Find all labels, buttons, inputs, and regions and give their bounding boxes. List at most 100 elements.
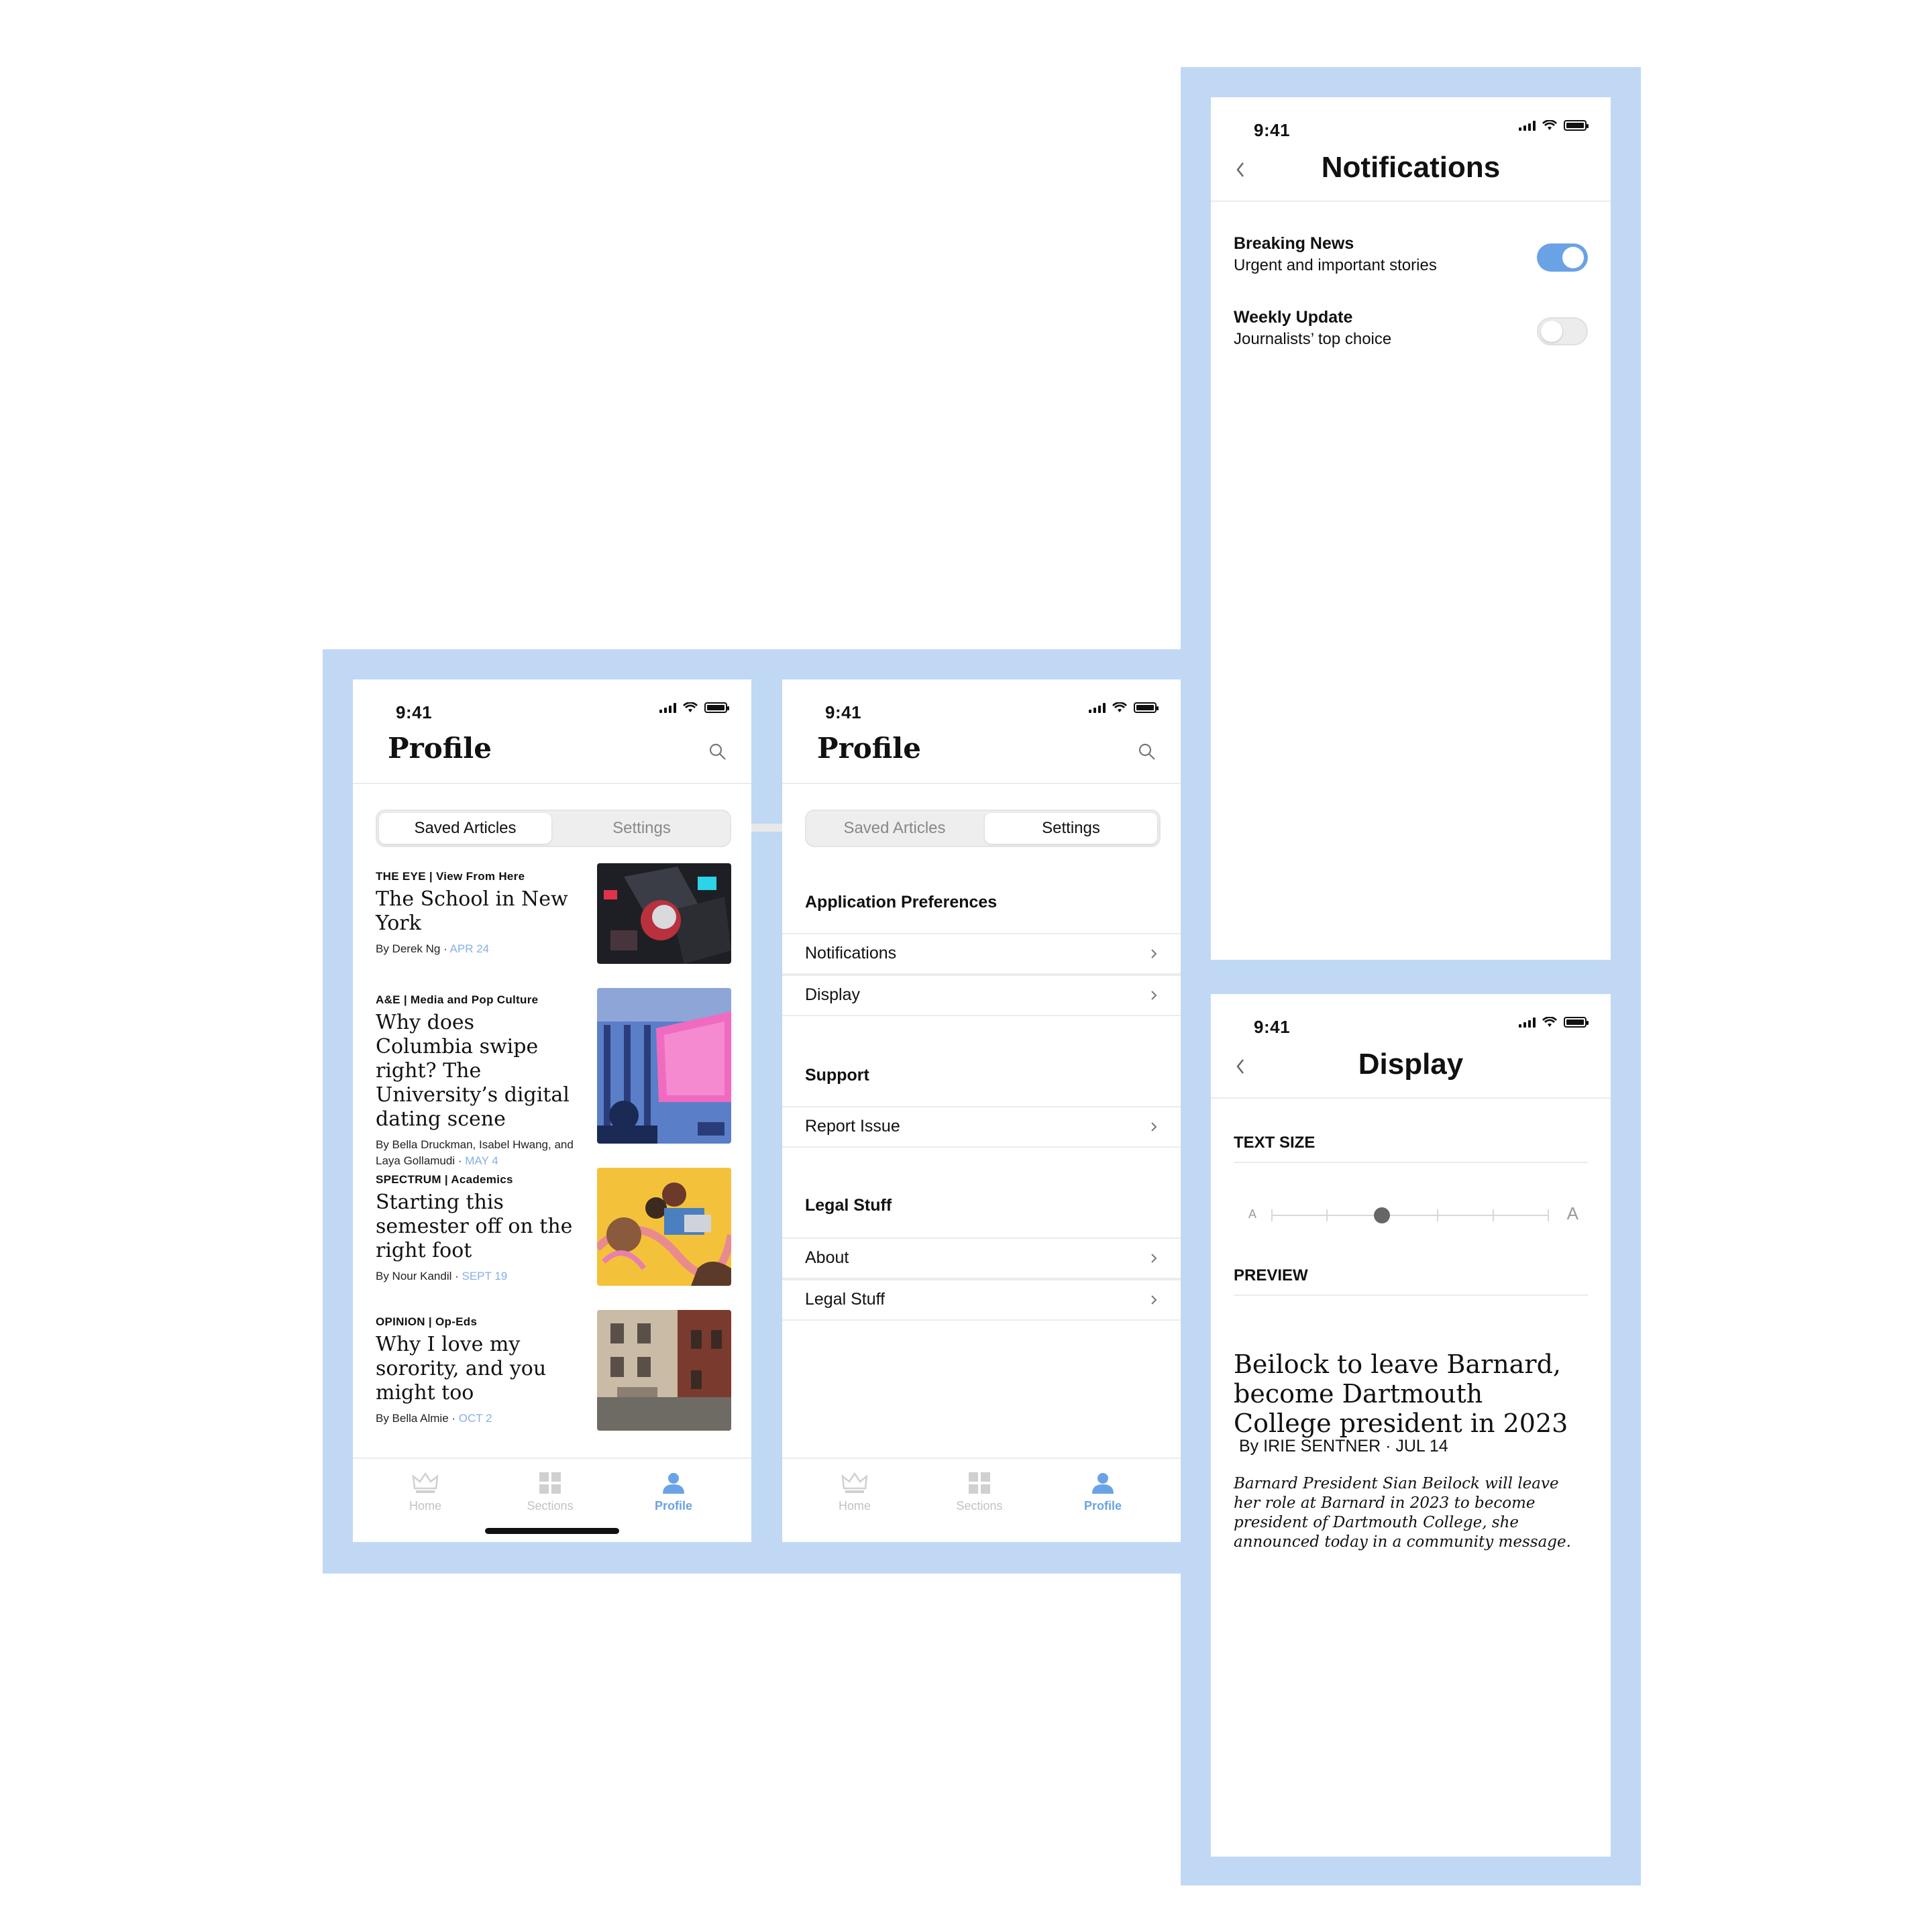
group-heading-support: Support [805,1066,869,1085]
status-time: 9:41 [1254,1017,1291,1037]
notification-title: Weekly Update [1234,308,1353,327]
article-headline[interactable]: Starting this semester off on the right … [376,1191,574,1263]
chevron-right-icon [1151,949,1157,958]
wifi-icon [683,702,698,712]
chevron-right-icon [1151,1254,1157,1263]
article-thumbnail[interactable] [597,863,731,964]
segmented-control: Saved Articles Settings [805,810,1161,847]
slider-tick [1271,1209,1273,1221]
article-card[interactable]: A&E | Media and Pop Culture Why does Col… [376,988,731,1169]
status-time: 9:41 [1254,120,1291,140]
chevron-right-icon [1151,1295,1157,1305]
article-headline[interactable]: Why I love my sorority, and you might to… [376,1333,574,1405]
group-heading-legal-stuff: Legal Stuff [805,1196,892,1215]
status-time: 9:41 [396,702,433,722]
divider [353,783,751,784]
preview-body: Barnard President Sian Beilock will leav… [1234,1475,1571,1551]
settings-row-report-issue[interactable]: Report Issue [782,1106,1181,1148]
chevron-right-icon [1151,1122,1157,1132]
large-a-glyph: A [1566,1203,1578,1223]
tab-saved-articles[interactable]: Saved Articles [379,813,551,844]
article-byline: By Bella Druckman, Isabel Hwang, and Lay… [376,1138,574,1167]
article-thumbnail[interactable] [597,1168,731,1286]
tab-saved-articles[interactable]: Saved Articles [808,813,981,844]
article-date: MAY 4 [465,1154,498,1167]
tab-profile[interactable]: Profile [1063,1471,1143,1513]
signal-icon [1519,120,1536,131]
screen-notifications: 9:41 Notifications Breaking News Urgent … [1211,97,1611,960]
battery-icon [1564,120,1589,131]
notification-setting-weekly-update: Weekly Update Journalists’ top choice [1234,308,1588,349]
crown-icon [412,1472,439,1493]
person-icon [1092,1473,1114,1494]
tab-sections[interactable]: Sections [939,1471,1020,1513]
settings-row-display[interactable]: Display [782,975,1181,1016]
breaking-news-toggle[interactable] [1537,243,1588,272]
screen-profile-settings: 9:41 Profile Saved Articles Settings App… [782,679,1181,1542]
preview-headline: Beilock to leave Barnard, become Dartmou… [1234,1350,1568,1438]
section-label-text-size: TEXT SIZE [1234,1134,1588,1163]
wifi-icon [1542,1017,1557,1027]
article-headline[interactable]: Why does Columbia swipe right? The Unive… [376,1011,574,1132]
article-thumbnail[interactable] [597,988,731,1144]
settings-row-legal-stuff[interactable]: Legal Stuff [782,1279,1181,1321]
battery-icon [1564,1017,1589,1028]
signal-icon [1089,702,1106,713]
notification-description: Journalists’ top choice [1234,330,1392,348]
signal-icon [659,702,676,713]
status-time: 9:41 [825,702,862,722]
article-thumbnail[interactable] [597,1310,731,1431]
article-byline: By Nour Kandil · SEPT 19 [376,1270,508,1282]
article-card[interactable]: OPINION | Op-Eds Why I love my sorority,… [376,1310,731,1431]
screen-profile-saved: 9:41 Profile Saved Articles Settings THE… [353,679,751,1542]
person-icon [663,1473,684,1494]
article-byline: By Derek Ng · APR 24 [376,942,490,955]
battery-icon [1134,702,1159,713]
settings-row-notifications[interactable]: Notifications [782,933,1181,975]
divider [782,783,1181,784]
tab-sections[interactable]: Sections [510,1471,590,1513]
page-title: Profile [817,732,921,765]
search-icon[interactable] [708,743,727,761]
home-indicator [485,1528,619,1534]
wifi-icon [1542,120,1557,130]
page-title: Profile [388,732,492,765]
article-card[interactable]: THE EYE | View From Here The School in N… [376,863,731,964]
connector [750,824,784,832]
tab-home[interactable]: Home [385,1471,466,1513]
article-date: SEPT 19 [462,1270,508,1282]
slider-knob[interactable] [1373,1207,1390,1223]
tab-settings[interactable]: Settings [985,813,1157,844]
status-bar: 9:41 [1211,97,1611,151]
segmented-control: Saved Articles Settings [376,810,731,847]
notification-setting-breaking-news: Breaking News Urgent and important stori… [1234,234,1588,275]
slider-track[interactable] [1271,1207,1549,1223]
tab-profile[interactable]: Profile [633,1471,714,1513]
crown-icon [841,1472,868,1493]
article-byline: By Bella Almie · OCT 2 [376,1412,492,1425]
group-heading-application-preferences: Application Preferences [805,893,998,912]
slider-tick [1326,1209,1328,1221]
battery-icon [704,702,729,713]
tab-home[interactable]: Home [814,1471,895,1513]
tab-settings[interactable]: Settings [555,813,728,844]
small-a-glyph: A [1248,1207,1257,1221]
signal-icon [1519,1017,1536,1028]
article-headline[interactable]: The School in New York [376,887,574,936]
slider-tick [1492,1209,1494,1221]
slider-tick [1548,1209,1549,1221]
notification-description: Urgent and important stories [1234,256,1437,274]
chevron-right-icon [1151,991,1157,1000]
article-date: APR 24 [449,942,490,955]
search-icon[interactable] [1138,743,1157,761]
preview-byline: By IRIE SENTNER · JUL 14 [1239,1437,1448,1455]
text-size-slider[interactable]: A A [1234,1202,1588,1229]
status-bar: 9:41 [353,679,751,733]
weekly-update-toggle[interactable] [1537,317,1588,345]
article-card[interactable]: SPECTRUM | Academics Starting this semes… [376,1168,731,1286]
settings-row-about[interactable]: About [782,1238,1181,1279]
grid-icon [539,1472,561,1494]
page-title: Notifications [1321,151,1501,184]
divider [1211,201,1611,202]
tab-bar: Home Sections Profile [782,1458,1181,1542]
